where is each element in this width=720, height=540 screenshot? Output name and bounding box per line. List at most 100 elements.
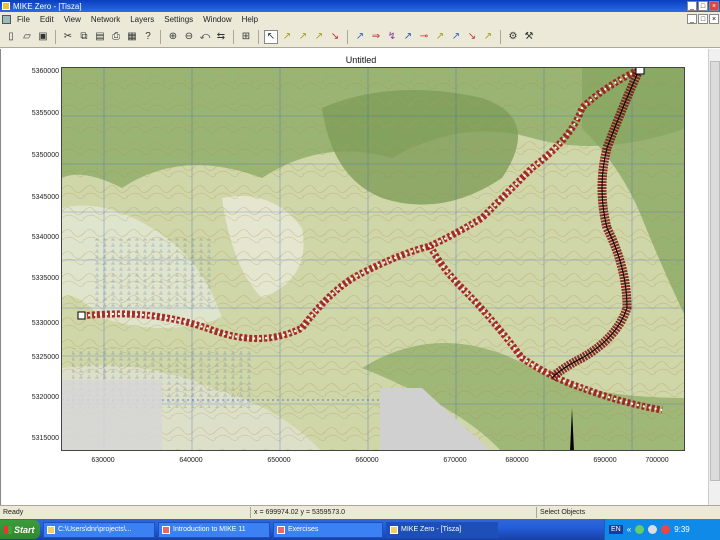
menu-help[interactable]: Help xyxy=(242,15,258,24)
windows-logo-icon xyxy=(4,525,12,534)
map-canvas[interactable] xyxy=(61,67,685,451)
menu-network[interactable]: Network xyxy=(91,15,120,24)
status-coordinates: x = 699974.02 y = 5359573.0 xyxy=(254,509,346,516)
network-icon[interactable] xyxy=(635,525,645,534)
status-ready: Ready xyxy=(3,509,24,516)
vertical-scrollbar[interactable] xyxy=(708,49,720,505)
save-icon[interactable]: ▣ xyxy=(36,30,50,44)
toolbar-separator xyxy=(160,29,161,44)
culvert-icon[interactable]: ↘ xyxy=(465,30,479,44)
task-label: Introduction to MIKE 11 xyxy=(173,526,246,533)
document-icon[interactable] xyxy=(2,14,11,24)
toolbar-separator xyxy=(258,29,259,44)
structure-icon[interactable]: ↗ xyxy=(433,30,447,44)
add-point-icon[interactable]: ↗ xyxy=(296,30,310,44)
menu-view[interactable]: View xyxy=(64,15,81,24)
weir-icon[interactable]: ↗ xyxy=(449,30,463,44)
scrollbar-thumb[interactable] xyxy=(710,61,720,481)
task-label: C:\Users\dnr\projects\... xyxy=(58,526,132,533)
maximize-button[interactable]: □ xyxy=(698,1,708,11)
window-controls: _ □ × xyxy=(687,1,719,11)
y-tick-label: 5345000 xyxy=(31,194,59,201)
topographic-map[interactable] xyxy=(62,68,685,451)
paste-icon[interactable]: ▤ xyxy=(93,30,107,44)
close-button[interactable]: × xyxy=(709,1,719,11)
volume-icon[interactable] xyxy=(648,525,658,534)
language-indicator[interactable]: EN xyxy=(609,525,623,534)
cut-icon[interactable]: ✂ xyxy=(61,30,75,44)
table-icon[interactable]: ↗ xyxy=(481,30,495,44)
help-icon[interactable]: ? xyxy=(141,30,155,44)
task-button-explorer[interactable]: C:\Users\dnr\projects\... xyxy=(43,521,155,538)
x-tick-label: 670000 xyxy=(443,457,467,464)
menu-file[interactable]: File xyxy=(17,15,30,24)
presentation-icon xyxy=(162,525,170,534)
task-button-exercises[interactable]: Exercises xyxy=(273,521,383,538)
y-tick-label: 5340000 xyxy=(31,234,59,241)
y-tick-label: 5335000 xyxy=(31,275,59,282)
cross-section-icon[interactable]: ↗ xyxy=(401,30,415,44)
connect-branch-icon[interactable]: ⇒ xyxy=(369,30,383,44)
map-title: Untitled xyxy=(345,55,377,65)
zoom-in-icon[interactable]: ⊕ xyxy=(166,30,180,44)
edit-point-icon[interactable]: ↗ xyxy=(280,30,294,44)
x-tick-label: 640000 xyxy=(179,457,203,464)
minimize-button[interactable]: _ xyxy=(687,1,697,11)
x-tick-label: 680000 xyxy=(505,457,529,464)
print-icon[interactable]: ⎙ xyxy=(109,30,123,44)
app-icon xyxy=(390,525,398,534)
branch-endpoint-marker[interactable] xyxy=(77,311,86,320)
map-window: Untitled 5360000 5355000 5350000 5345000… xyxy=(0,49,720,505)
window-title: MIKE Zero - [Tisza] xyxy=(13,1,82,11)
y-tick-label: 5350000 xyxy=(31,152,59,159)
full-extent-icon[interactable]: ⊞ xyxy=(239,30,253,44)
y-tick-label: 5355000 xyxy=(31,110,59,117)
gear-icon[interactable]: ⚒ xyxy=(522,30,536,44)
menu-layers[interactable]: Layers xyxy=(130,15,154,24)
start-button[interactable]: Start xyxy=(0,520,40,539)
x-tick-label: 700000 xyxy=(645,457,669,464)
chevron-left-icon[interactable]: « xyxy=(627,525,631,534)
start-label: Start xyxy=(14,524,35,535)
zoom-out-icon[interactable]: ⊖ xyxy=(182,30,196,44)
zoom-previous-icon[interactable]: ⤺ xyxy=(198,30,212,44)
menu-settings[interactable]: Settings xyxy=(164,15,193,24)
doc-minimize-button[interactable]: _ xyxy=(687,14,697,24)
toolbar-separator xyxy=(233,29,234,44)
new-icon[interactable]: ▯ xyxy=(4,30,18,44)
task-button-mike-zero[interactable]: MIKE Zero - [Tisza] xyxy=(386,521,498,538)
menu-window[interactable]: Window xyxy=(203,15,231,24)
task-label: Exercises xyxy=(288,526,319,533)
no-data-area xyxy=(62,380,162,450)
menu-edit[interactable]: Edit xyxy=(40,15,54,24)
folder-icon xyxy=(47,525,55,534)
y-tick-label: 5360000 xyxy=(31,68,59,75)
x-tick-label: 650000 xyxy=(267,457,291,464)
move-point-icon[interactable]: ↗ xyxy=(312,30,326,44)
window-titlebar: MIKE Zero - [Tisza] _ □ × xyxy=(0,0,720,12)
toolbar-separator xyxy=(55,29,56,44)
branch-endpoint-marker[interactable] xyxy=(635,68,645,75)
boundary-icon[interactable]: ⊸ xyxy=(417,30,431,44)
x-tick-label: 660000 xyxy=(355,457,379,464)
select-icon[interactable]: ↖ xyxy=(264,29,278,44)
copy-icon[interactable]: ⧉ xyxy=(77,30,91,44)
split-branch-icon[interactable]: ↯ xyxy=(385,30,399,44)
draw-branch-icon[interactable]: ↗ xyxy=(353,30,367,44)
preview-icon[interactable]: ▦ xyxy=(125,30,139,44)
task-button-powerpoint[interactable]: Introduction to MIKE 11 xyxy=(158,521,270,538)
clock[interactable]: 9:39 xyxy=(674,525,690,534)
delete-point-icon[interactable]: ↘ xyxy=(328,30,342,44)
status-bar: Ready x = 699974.02 y = 5359573.0 Select… xyxy=(0,505,720,519)
doc-close-button[interactable]: × xyxy=(709,14,719,24)
doc-restore-button[interactable]: □ xyxy=(698,14,708,24)
toolbar: ▯ ▱ ▣ ✂ ⧉ ▤ ⎙ ▦ ? ⊕ ⊖ ⤺ ⇆ ⊞ ↖ ↗ ↗ ↗ ↘ ↗ … xyxy=(0,26,720,48)
status-mode: Select Objects xyxy=(540,509,586,516)
security-icon[interactable] xyxy=(661,525,671,534)
open-icon[interactable]: ▱ xyxy=(20,30,34,44)
properties-icon[interactable]: ⚙ xyxy=(506,30,520,44)
document-icon xyxy=(277,525,285,534)
taskbar: Start C:\Users\dnr\projects\... Introduc… xyxy=(0,519,720,540)
pan-icon[interactable]: ⇆ xyxy=(214,30,228,44)
x-tick-label: 630000 xyxy=(91,457,115,464)
